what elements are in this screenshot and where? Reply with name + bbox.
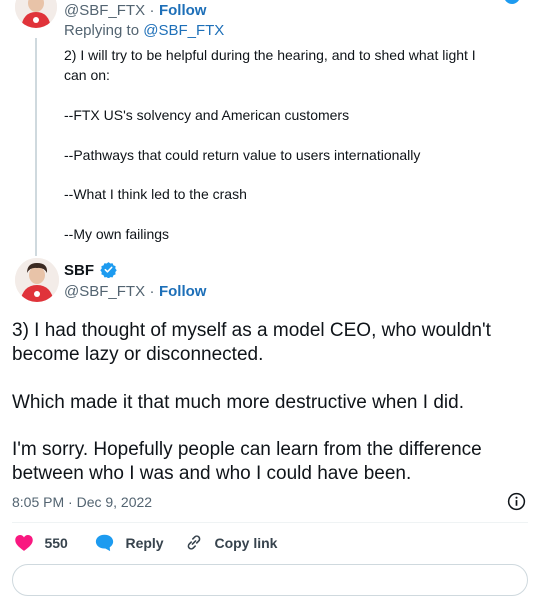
replying-to: Replying to @SBF_FTX bbox=[64, 22, 224, 39]
replying-to-handle[interactable]: @SBF_FTX bbox=[143, 22, 224, 39]
like-button[interactable]: 550 bbox=[14, 533, 68, 557]
parent-line-4: --Pathways that could return value to us… bbox=[64, 147, 421, 163]
link-icon bbox=[184, 533, 204, 557]
top-right-partial-icon[interactable] bbox=[503, 0, 521, 4]
reply-bubble-icon bbox=[94, 533, 115, 557]
main-avatar-image bbox=[15, 258, 59, 302]
parent-tweet-header: @SBF_FTX · Follow bbox=[64, 2, 206, 20]
main-follow-link[interactable]: Follow bbox=[159, 283, 207, 300]
reply-label: Reply bbox=[125, 535, 164, 551]
separator-dot: · bbox=[149, 2, 155, 19]
like-count: 550 bbox=[44, 535, 68, 551]
parent-follow-link[interactable]: Follow bbox=[159, 2, 207, 19]
parent-line-5: --What I think led to the crash bbox=[64, 186, 247, 202]
info-icon[interactable] bbox=[507, 492, 526, 516]
main-name-row: SBF bbox=[64, 261, 118, 283]
main-text-line-4: I'm sorry. Hopefully people can learn fr… bbox=[12, 439, 482, 460]
parent-handle[interactable]: @SBF_FTX bbox=[64, 2, 145, 19]
parent-avatar[interactable] bbox=[15, 0, 57, 28]
parent-line-1: 2) I will try to be helpful during the h… bbox=[64, 47, 476, 63]
display-name[interactable]: SBF bbox=[64, 262, 94, 279]
main-handle-row: @SBF_FTX · Follow bbox=[64, 283, 206, 301]
main-text-line-2: become lazy or disconnected. bbox=[12, 344, 264, 365]
main-handle[interactable]: @SBF_FTX bbox=[64, 283, 145, 300]
copy-link-label: Copy link bbox=[214, 535, 278, 551]
tweet-timestamp[interactable]: 8:05 PM · Dec 9, 2022 bbox=[12, 494, 152, 510]
main-text-line-3: Which made it that much more destructive… bbox=[12, 392, 464, 413]
read-replies-button-partial[interactable] bbox=[12, 564, 528, 596]
main-text-line-1: 3) I had thought of myself as a model CE… bbox=[12, 320, 491, 341]
parent-line-2: can on: bbox=[64, 67, 110, 83]
main-avatar[interactable] bbox=[15, 258, 59, 302]
parent-line-6: --My own failings bbox=[64, 226, 170, 242]
reply-button[interactable]: Reply bbox=[94, 533, 164, 557]
copy-link-button[interactable]: Copy link bbox=[184, 533, 277, 557]
heart-icon bbox=[14, 533, 34, 557]
thread-connector-line bbox=[35, 38, 37, 256]
actions-divider bbox=[12, 522, 528, 523]
main-separator-dot: · bbox=[149, 283, 155, 300]
main-text-line-5: between who I was and who I could have b… bbox=[12, 463, 412, 484]
parent-line-3: --FTX US's solvency and American custome… bbox=[64, 107, 350, 123]
replying-to-prefix: Replying to bbox=[64, 22, 144, 39]
verified-badge-icon bbox=[100, 261, 118, 283]
parent-avatar-image bbox=[15, 0, 57, 28]
